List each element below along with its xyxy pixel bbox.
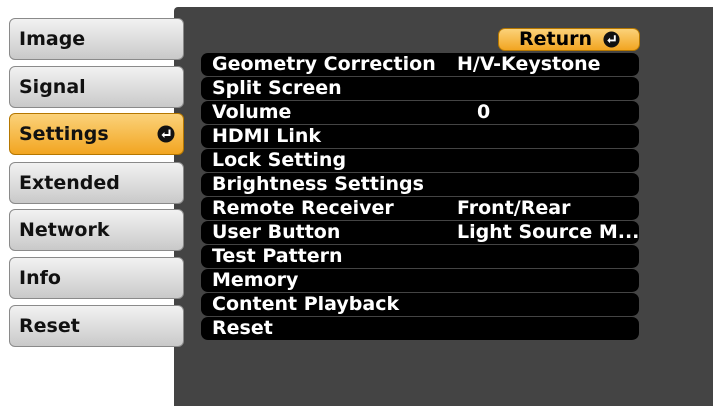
menu-row-label: Split Screen: [212, 77, 342, 99]
menu-row-geometry-correction[interactable]: Geometry Correction H/V-Keystone: [201, 53, 639, 76]
menu-row-label: Test Pattern: [212, 245, 343, 267]
sidebar-item-label: Extended: [19, 172, 120, 194]
menu-row-label: Memory: [212, 269, 299, 291]
menu-row-label: Content Playback: [212, 293, 400, 315]
sidebar-item-settings[interactable]: Settings: [9, 113, 184, 155]
menu-row-label: Remote Receiver: [212, 197, 394, 219]
menu-row-value: Light Source M...: [457, 221, 640, 243]
enter-icon: [603, 31, 620, 48]
menu-row-label: Lock Setting: [212, 149, 347, 171]
menu-row-label: Brightness Settings: [212, 173, 424, 195]
sidebar-item-network[interactable]: Network: [9, 209, 184, 251]
sidebar-item-signal[interactable]: Signal: [9, 66, 184, 108]
sidebar-item-reset[interactable]: Reset: [9, 305, 184, 347]
menu-row-reset[interactable]: Reset: [201, 317, 639, 340]
sidebar-item-label: Reset: [19, 315, 80, 337]
menu-row-value: Front/Rear: [457, 197, 571, 219]
menu-row-label: Volume: [212, 101, 292, 123]
sidebar-item-extended[interactable]: Extended: [9, 162, 184, 204]
menu-row-remote-receiver[interactable]: Remote Receiver Front/Rear: [201, 197, 639, 220]
return-button[interactable]: Return: [498, 28, 640, 51]
enter-icon: [157, 125, 175, 143]
sidebar-item-label: Signal: [19, 76, 86, 98]
sidebar-item-label: Info: [19, 267, 61, 289]
menu-row-split-screen[interactable]: Split Screen: [201, 77, 639, 100]
menu-row-content-playback[interactable]: Content Playback: [201, 293, 639, 316]
sidebar-item-label: Network: [19, 219, 110, 241]
menu-row-hdmi-link[interactable]: HDMI Link: [201, 125, 639, 148]
sidebar-item-label: Image: [19, 28, 86, 50]
menu-row-test-pattern[interactable]: Test Pattern: [201, 245, 639, 268]
menu-row-label: User Button: [212, 221, 341, 243]
menu-row-value: H/V-Keystone: [457, 53, 601, 75]
menu-row-value: 0: [477, 101, 491, 123]
menu-row-memory[interactable]: Memory: [201, 269, 639, 292]
menu-row-label: HDMI Link: [212, 125, 322, 147]
sidebar-item-info[interactable]: Info: [9, 257, 184, 299]
settings-menu-list: Geometry Correction H/V-Keystone Split S…: [201, 53, 639, 340]
projector-menu-screen: Image Signal Settings Extended Network I…: [0, 0, 713, 406]
menu-row-user-button[interactable]: User Button Light Source M...: [201, 221, 639, 244]
menu-row-lock-setting[interactable]: Lock Setting: [201, 149, 639, 172]
sidebar-item-label: Settings: [19, 123, 109, 145]
return-button-label: Return: [519, 28, 593, 50]
menu-row-brightness-settings[interactable]: Brightness Settings: [201, 173, 639, 196]
menu-row-label: Reset: [212, 317, 273, 339]
menu-row-label: Geometry Correction: [212, 53, 436, 75]
menu-row-volume[interactable]: Volume 0: [201, 101, 639, 124]
sidebar-item-image[interactable]: Image: [9, 18, 184, 60]
